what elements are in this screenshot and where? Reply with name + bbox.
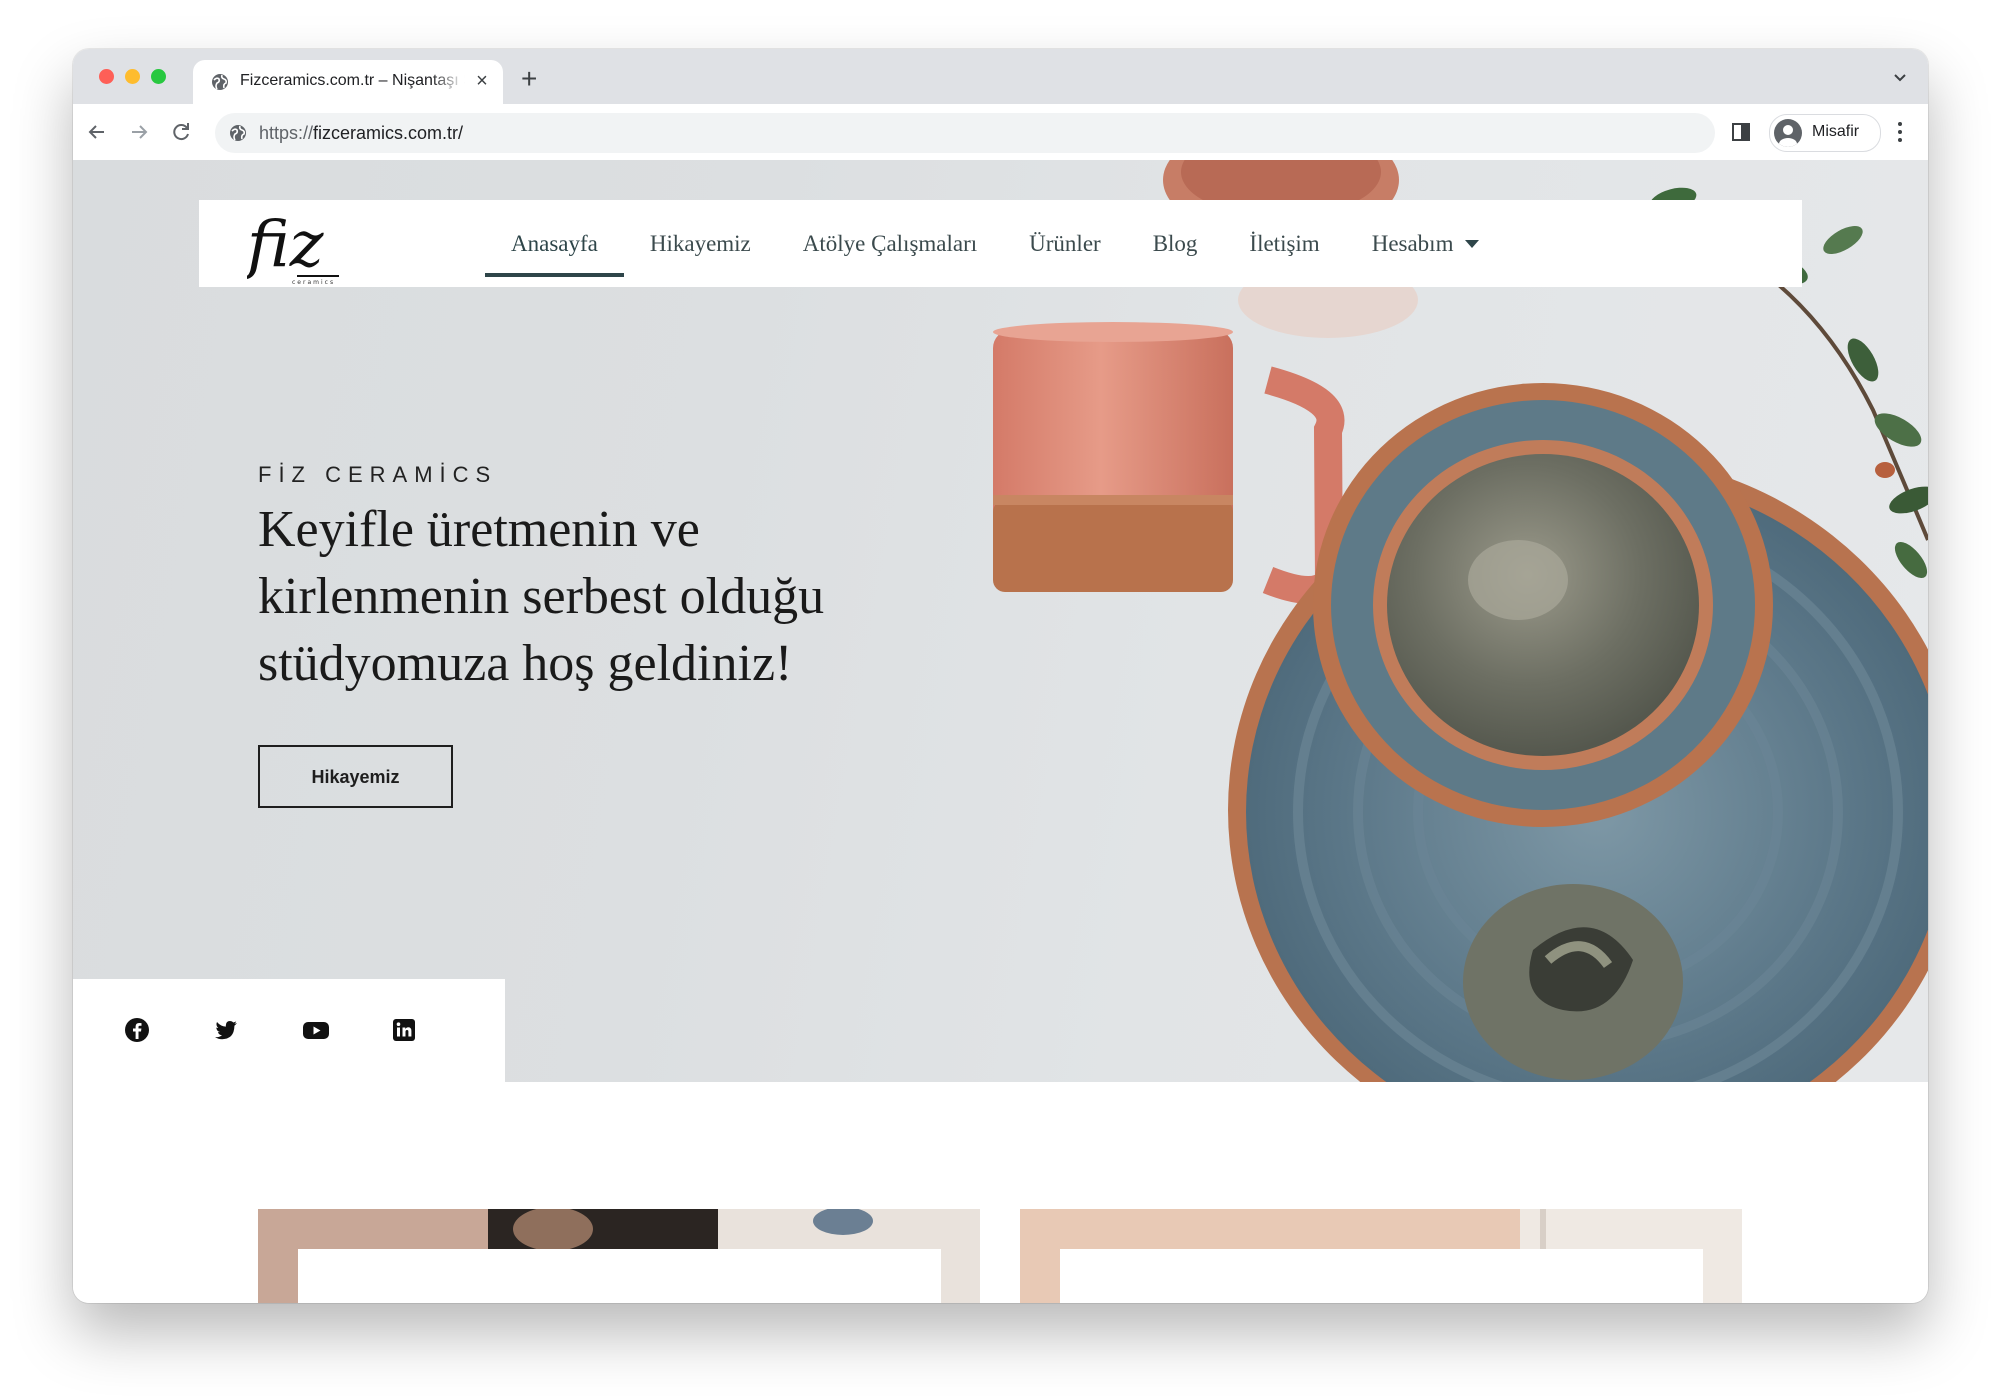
nav-item-anasayfa[interactable]: Anasayfa [485, 200, 624, 287]
caret-down-icon [1465, 239, 1480, 248]
logo-subtext: ceramics [292, 279, 335, 284]
url-scheme: https:// [259, 123, 314, 143]
feature-card[interactable] [1020, 1209, 1742, 1303]
zoom-window-button[interactable] [151, 69, 166, 84]
facebook-icon[interactable] [124, 1017, 150, 1043]
reload-icon[interactable] [167, 118, 195, 146]
tab-strip: Fizceramics.com.tr – Nişantaşı Seramik A… [73, 49, 1928, 104]
kebab-menu-icon[interactable] [1896, 120, 1904, 149]
nav-label: Blog [1152, 230, 1198, 256]
nav-label: Anasayfa [511, 230, 598, 256]
close-window-button[interactable] [99, 69, 114, 84]
globe-icon [211, 73, 229, 96]
linkedin-icon[interactable] [391, 1017, 417, 1043]
nav-label: Hesabım [1371, 230, 1454, 256]
site-navbar: fiz ceramics Anasayfa Hikayemiz Atölye Ç… [199, 200, 1802, 287]
close-icon[interactable]: × [471, 70, 493, 92]
nav-label: Ürünler [1029, 230, 1101, 256]
site-logo[interactable]: fiz ceramics [243, 204, 357, 289]
card-content-panel [298, 1249, 941, 1303]
plus-icon[interactable]: + [521, 65, 537, 93]
browser-tab[interactable]: Fizceramics.com.tr – Nişantaşı Seramik A… [193, 60, 503, 104]
profile-button[interactable]: Misafir [1769, 114, 1881, 152]
hero-headline: Keyifle üretmenin ve kirlenmenin serbest… [258, 501, 825, 692]
url-host: fizceramics.com.tr/ [313, 123, 464, 143]
nav-item-urunler[interactable]: Ürünler [1003, 200, 1127, 287]
card-content-panel [1060, 1249, 1703, 1303]
avatar-icon [1774, 119, 1802, 147]
main-menu: Anasayfa Hikayemiz Atölye Çalışmaları Ür… [485, 200, 1505, 287]
chevron-down-icon[interactable] [1892, 69, 1908, 90]
address-bar[interactable]: https://fizceramics.com.tr/ [215, 113, 1715, 153]
logo-text: fiz [247, 208, 325, 282]
twitter-icon[interactable] [213, 1017, 239, 1043]
profile-name: Misafir [1812, 123, 1860, 140]
hikayemiz-button[interactable]: Hikayemiz [258, 745, 453, 808]
nav-item-hesabim[interactable]: Hesabım [1346, 200, 1506, 287]
web-page: fiz ceramics Anasayfa Hikayemiz Atölye Ç… [73, 160, 1928, 1303]
url-text: https://fizceramics.com.tr/ [259, 123, 463, 144]
side-panel-icon[interactable] [1730, 121, 1752, 148]
tab-title: Fizceramics.com.tr – Nişantaşı Seramik A… [240, 72, 465, 89]
browser-window: Fizceramics.com.tr – Nişantaşı Seramik A… [73, 49, 1928, 1303]
nav-item-atolye-calismalari[interactable]: Atölye Çalışmaları [777, 200, 1003, 287]
nav-item-hikayemiz[interactable]: Hikayemiz [624, 200, 777, 287]
minimize-window-button[interactable] [125, 69, 140, 84]
youtube-icon[interactable] [302, 1017, 329, 1043]
forward-arrow-icon[interactable] [125, 118, 153, 146]
back-arrow-icon[interactable] [83, 118, 111, 146]
feature-card[interactable] [258, 1209, 980, 1303]
hero-section: fiz ceramics Anasayfa Hikayemiz Atölye Ç… [73, 160, 1928, 1082]
nav-label: İletişim [1249, 230, 1320, 256]
hero-eyebrow: FİZ CERAMİCS [258, 462, 498, 487]
nav-item-iletisim[interactable]: İletişim [1223, 200, 1345, 287]
social-links-bar [73, 979, 505, 1082]
browser-toolbar: https://fizceramics.com.tr/ Misafir [73, 104, 1928, 161]
nav-label: Atölye Çalışmaları [802, 230, 978, 256]
nav-item-blog[interactable]: Blog [1127, 200, 1224, 287]
globe-icon [229, 124, 247, 147]
nav-label: Hikayemiz [649, 230, 751, 256]
